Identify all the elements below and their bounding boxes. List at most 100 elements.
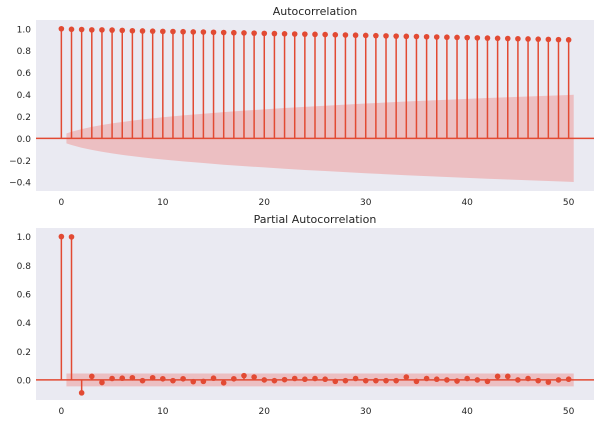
acf-x-tick-label: 0 bbox=[58, 198, 64, 208]
acf-point bbox=[494, 35, 501, 42]
acf-point bbox=[525, 36, 531, 42]
pacf-point bbox=[474, 377, 481, 383]
pacf-point bbox=[565, 376, 572, 383]
acf-y-tick-label: 0.6 bbox=[17, 69, 32, 79]
pacf-point bbox=[423, 375, 430, 382]
pacf-y-tick-label: 0.0 bbox=[17, 376, 32, 386]
acf-point bbox=[545, 36, 552, 43]
acf-x-tick-label: 10 bbox=[157, 198, 169, 208]
acf-x-tick-label: 30 bbox=[360, 198, 372, 208]
pacf-point bbox=[89, 373, 95, 380]
pacf-point bbox=[322, 376, 328, 383]
pacf-x-tick-label: 40 bbox=[461, 407, 473, 417]
pacf-point bbox=[494, 373, 501, 380]
acf-point bbox=[271, 30, 278, 37]
acf-point bbox=[332, 31, 339, 38]
pacf-point bbox=[291, 375, 298, 382]
acf-point bbox=[504, 35, 511, 42]
pacf-x-tick-label: 0 bbox=[58, 407, 64, 417]
pacf-point bbox=[444, 377, 450, 383]
acf-point bbox=[444, 34, 450, 41]
pacf-x-tick-label: 20 bbox=[259, 407, 271, 417]
acf-point bbox=[160, 28, 166, 35]
pacf-point bbox=[160, 375, 166, 382]
acf-x-tick-label: 40 bbox=[461, 198, 473, 208]
pacf-point bbox=[484, 378, 491, 385]
pacf-x-tick-label: 50 bbox=[563, 407, 575, 417]
acf-point bbox=[454, 34, 460, 41]
acf-point bbox=[170, 28, 176, 35]
pacf-point bbox=[200, 378, 207, 385]
acf-y-tick-label: −0.4 bbox=[9, 179, 31, 189]
pacf-point bbox=[383, 377, 389, 384]
acf-point bbox=[251, 30, 257, 36]
acf-point bbox=[149, 28, 156, 34]
pacf-point bbox=[139, 377, 146, 384]
pacf-point bbox=[515, 377, 521, 383]
acf-title: Autocorrelation bbox=[273, 5, 358, 18]
pacf-point bbox=[525, 375, 531, 382]
pacf-point bbox=[261, 377, 268, 383]
acf-x-tick-label: 20 bbox=[259, 198, 271, 208]
acf-point bbox=[210, 29, 217, 36]
pacf-point bbox=[149, 374, 156, 381]
acf-point bbox=[58, 25, 65, 32]
acf-point bbox=[383, 33, 389, 39]
acf-point bbox=[180, 28, 186, 35]
acf-point bbox=[302, 31, 308, 37]
acf-y-tick-label: −0.2 bbox=[9, 157, 31, 167]
pacf-x-tick-labels: 0 10 20 30 40 50 bbox=[58, 407, 574, 417]
pacf-point bbox=[535, 377, 541, 384]
acf-point bbox=[220, 29, 227, 36]
acf-point bbox=[89, 27, 95, 33]
pacf-point bbox=[454, 378, 460, 384]
acf-point bbox=[403, 33, 410, 40]
pacf-x-tick-label: 30 bbox=[360, 407, 372, 417]
acf-point bbox=[312, 31, 318, 38]
pacf-point bbox=[210, 375, 217, 382]
acf-point bbox=[373, 32, 379, 39]
acf-point bbox=[109, 27, 115, 33]
pacf-point bbox=[373, 377, 379, 384]
pacf-point bbox=[119, 375, 126, 382]
acf-panel: 0 10 20 30 40 50 1.0 0.8 0.6 0.4 0.2 0.0 −0.2 −0.4 A… bbox=[9, 5, 594, 208]
acf-point bbox=[515, 35, 521, 42]
pacf-y-tick-label: 0.2 bbox=[17, 348, 31, 358]
pacf-point bbox=[99, 379, 105, 386]
acf-point bbox=[362, 32, 369, 39]
pacf-point bbox=[170, 377, 176, 384]
pacf-point bbox=[231, 375, 237, 382]
pacf-point bbox=[271, 377, 278, 384]
acf-y-tick-label: 0.2 bbox=[17, 113, 31, 123]
acf-point bbox=[68, 26, 75, 33]
pacf-y-tick-label: 0.4 bbox=[17, 319, 32, 329]
pacf-y-tick-label: 0.6 bbox=[17, 290, 32, 300]
acf-point bbox=[78, 26, 85, 33]
acf-point bbox=[565, 37, 572, 43]
pacf-panel: 0 10 20 30 40 50 1.0 0.8 0.6 0.4 0.2 0.0 Partial A… bbox=[17, 213, 594, 417]
acf-point bbox=[535, 36, 541, 42]
acf-point bbox=[413, 33, 420, 40]
acf-point bbox=[200, 29, 207, 35]
pacf-point bbox=[58, 233, 65, 240]
figure: 0 10 20 30 40 50 1.0 0.8 0.6 0.4 0.2 0.0 −0.2 −0.4 A… bbox=[9, 5, 594, 417]
acf-point bbox=[261, 30, 268, 37]
acf-point bbox=[555, 36, 562, 43]
acf-y-tick-label: 0.4 bbox=[17, 91, 32, 101]
pacf-point bbox=[352, 375, 359, 382]
pacf-title: Partial Autocorrelation bbox=[254, 213, 377, 226]
pacf-point bbox=[332, 378, 339, 385]
pacf-point bbox=[342, 377, 349, 384]
pacf-point bbox=[251, 374, 257, 380]
acf-point bbox=[99, 27, 105, 33]
pacf-point bbox=[545, 379, 552, 385]
acf-y-tick-label: 0.8 bbox=[17, 47, 32, 57]
pacf-point bbox=[109, 375, 115, 382]
pacf-x-tick-label: 10 bbox=[157, 407, 169, 417]
acf-y-tick-labels: 1.0 0.8 0.6 0.4 0.2 0.0 −0.2 −0.4 bbox=[9, 25, 31, 188]
pacf-point bbox=[68, 234, 75, 240]
pacf-point bbox=[220, 380, 227, 386]
pacf-point bbox=[555, 377, 562, 383]
acf-point bbox=[129, 27, 136, 34]
pacf-point bbox=[504, 373, 511, 380]
